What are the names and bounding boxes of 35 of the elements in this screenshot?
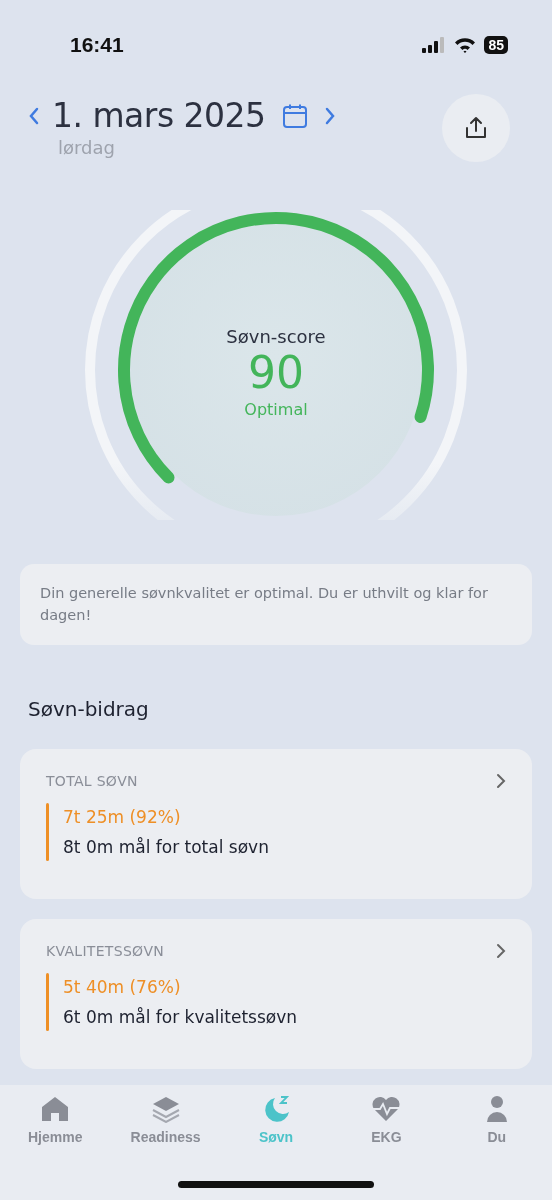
tab-item[interactable]: Hjemme [0, 1095, 111, 1155]
weekday-label: lørdag [58, 137, 116, 158]
card-goal: 8t 0m mål for total søvn [63, 836, 269, 857]
chevron-right-icon [496, 772, 506, 789]
layers-icon [150, 1095, 181, 1123]
status-time: 16:41 [70, 33, 124, 57]
battery-level: 85 [484, 36, 508, 54]
chevron-left-icon [28, 106, 40, 125]
card-title: TOTAL SØVN [46, 772, 138, 789]
card-title: KVALITETSSØVN [46, 942, 165, 959]
tab-item[interactable]: EKG [331, 1095, 442, 1155]
house-icon [40, 1095, 71, 1123]
score-rating: Optimal [244, 399, 308, 419]
card-value: 7t 25m (92%) [63, 806, 182, 827]
card-goal: 6t 0m mål for kvalitetssøvn [63, 1006, 298, 1027]
contributor-card[interactable]: TOTAL SØVN 7t 25m (92%) 8t 0m mål for total søvn [20, 748, 532, 899]
summary-card: Din generelle søvnkvalitet er optimal. Du er uthvilt og klar for dagen! [20, 564, 532, 645]
signal-icon [422, 37, 447, 53]
section-title: Søvn-bidrag [28, 696, 150, 721]
card-value: 5t 40m (76%) [63, 976, 182, 997]
wifi-icon [454, 37, 477, 53]
date-title: 1. mars 2025 [52, 96, 266, 135]
heart-pulse-icon [371, 1095, 402, 1123]
tab-item[interactable]: Readiness [110, 1095, 221, 1155]
chevron-right-icon [496, 942, 506, 959]
calendar-icon [281, 102, 308, 129]
contributor-card[interactable]: KVALITETSSØVN 5t 40m (76%) 6t 0m mål for kvalitetssøvn [20, 918, 532, 1069]
score-label: Søvn-score [226, 326, 326, 347]
accent-bar [46, 802, 49, 861]
accent-bar [46, 972, 49, 1031]
share-icon [463, 115, 489, 141]
score-value: 90 [248, 347, 304, 400]
tab-item[interactable]: Søvn [220, 1095, 332, 1155]
tab-item[interactable]: Du [441, 1095, 552, 1155]
chevron-right-icon [323, 106, 336, 125]
